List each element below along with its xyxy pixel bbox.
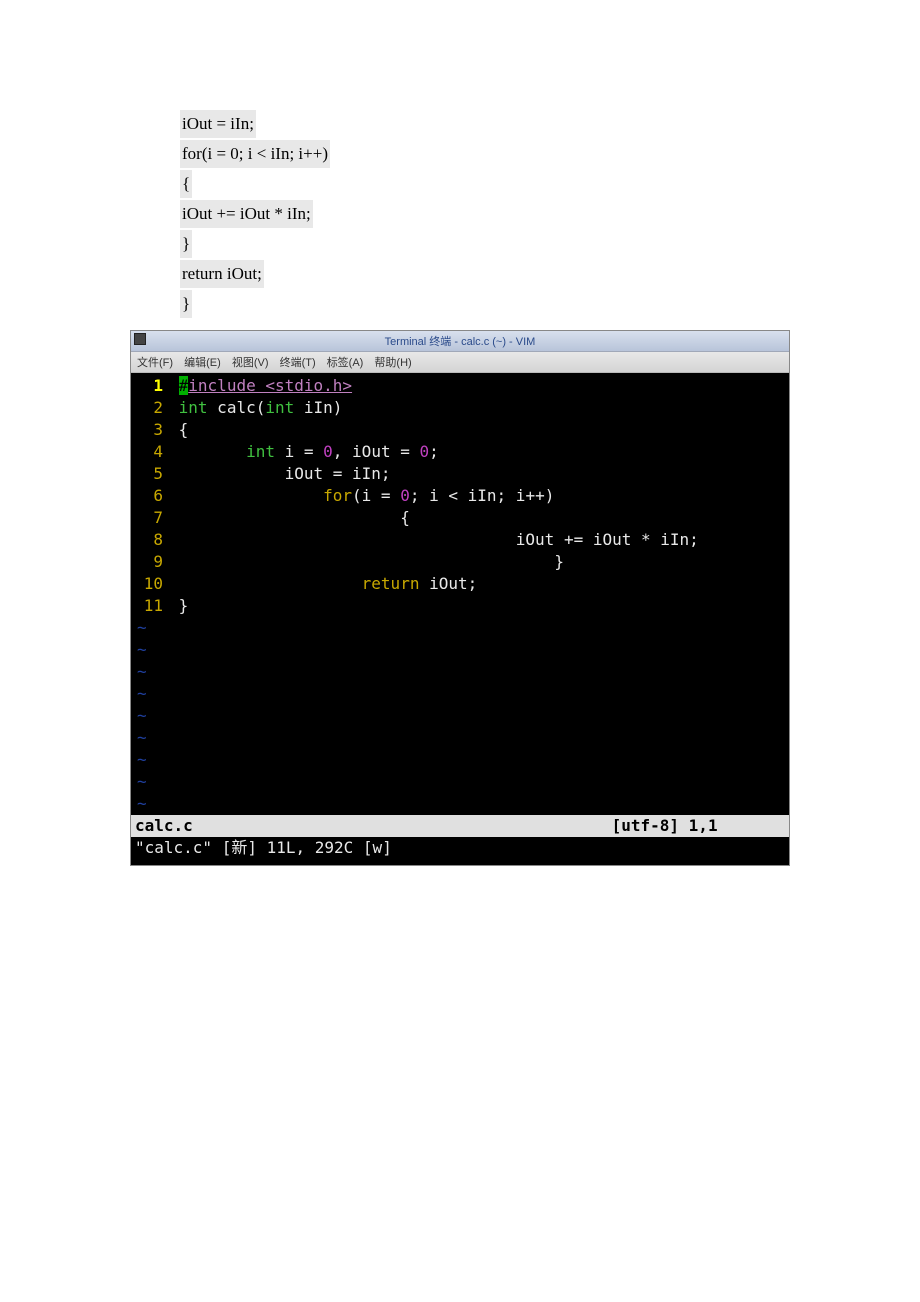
doc-line: } xyxy=(180,230,192,258)
code-line: { xyxy=(169,507,789,529)
line-number: 8 xyxy=(131,529,169,551)
line-number: 9 xyxy=(131,551,169,573)
menu-file[interactable]: 文件(F) xyxy=(137,357,173,369)
vim-tilde: ~ xyxy=(131,661,147,683)
vim-tilde: ~ xyxy=(131,705,147,727)
code-line: return iOut; xyxy=(169,573,789,595)
vim-tilde: ~ xyxy=(131,683,147,705)
code-line: int calc(int iIn) xyxy=(169,397,789,419)
window-title: Terminal 终端 - calc.c (~) - VIM xyxy=(385,336,536,348)
vim-tilde: ~ xyxy=(131,727,147,749)
line-number: 11 xyxy=(131,595,169,617)
code-line: for(i = 0; i < iIn; i++) xyxy=(169,485,789,507)
code-line: { xyxy=(169,419,789,441)
line-number: 2 xyxy=(131,397,169,419)
vim-tilde: ~ xyxy=(131,793,147,815)
terminal-window: Terminal 终端 - calc.c (~) - VIM 文件(F) 编辑(… xyxy=(130,330,790,866)
vim-tilde: ~ xyxy=(131,749,147,771)
status-position: [utf-8] 1,1 xyxy=(612,815,785,837)
line-number: 7 xyxy=(131,507,169,529)
code-line: #include <stdio.h> xyxy=(169,375,789,397)
menu-view[interactable]: 视图(V) xyxy=(232,357,269,369)
line-number: 1 xyxy=(131,375,169,397)
cursor: # xyxy=(179,376,189,395)
menu-edit[interactable]: 编辑(E) xyxy=(184,357,221,369)
vim-editor[interactable]: 1 #include <stdio.h> 2 int calc(int iIn)… xyxy=(131,373,789,865)
menu-bar: 文件(F) 编辑(E) 视图(V) 终端(T) 标签(A) 帮助(H) xyxy=(131,352,789,373)
document-code-snippet: iOut = iIn; for(i = 0; i < iIn; i++) { i… xyxy=(180,110,920,320)
code-line: } xyxy=(169,595,789,617)
code-line: } xyxy=(169,551,789,573)
menu-tabs[interactable]: 标签(A) xyxy=(327,357,364,369)
doc-line: iOut = iIn; xyxy=(180,110,256,138)
line-number: 6 xyxy=(131,485,169,507)
vim-tilde: ~ xyxy=(131,639,147,661)
window-titlebar[interactable]: Terminal 终端 - calc.c (~) - VIM xyxy=(131,331,789,352)
doc-line: } xyxy=(180,290,192,318)
line-number: 5 xyxy=(131,463,169,485)
status-filename: calc.c xyxy=(135,815,193,837)
doc-line: iOut += iOut * iIn; xyxy=(180,200,313,228)
code-line: iOut += iOut * iIn; xyxy=(169,529,789,551)
menu-terminal[interactable]: 终端(T) xyxy=(280,357,316,369)
vim-message-line: "calc.c" [新] 11L, 292C [w] xyxy=(131,837,789,859)
code-line: int i = 0, iOut = 0; xyxy=(169,441,789,463)
vim-tilde: ~ xyxy=(131,617,147,639)
vim-status-bar: calc.c [utf-8] 1,1 xyxy=(131,815,789,837)
line-number: 3 xyxy=(131,419,169,441)
window-icon xyxy=(134,333,146,345)
doc-line: { xyxy=(180,170,192,198)
menu-help[interactable]: 帮助(H) xyxy=(374,357,411,369)
doc-line: for(i = 0; i < iIn; i++) xyxy=(180,140,330,168)
line-number: 4 xyxy=(131,441,169,463)
code-line: iOut = iIn; xyxy=(169,463,789,485)
doc-line: return iOut; xyxy=(180,260,264,288)
line-number: 10 xyxy=(131,573,169,595)
vim-tilde: ~ xyxy=(131,771,147,793)
